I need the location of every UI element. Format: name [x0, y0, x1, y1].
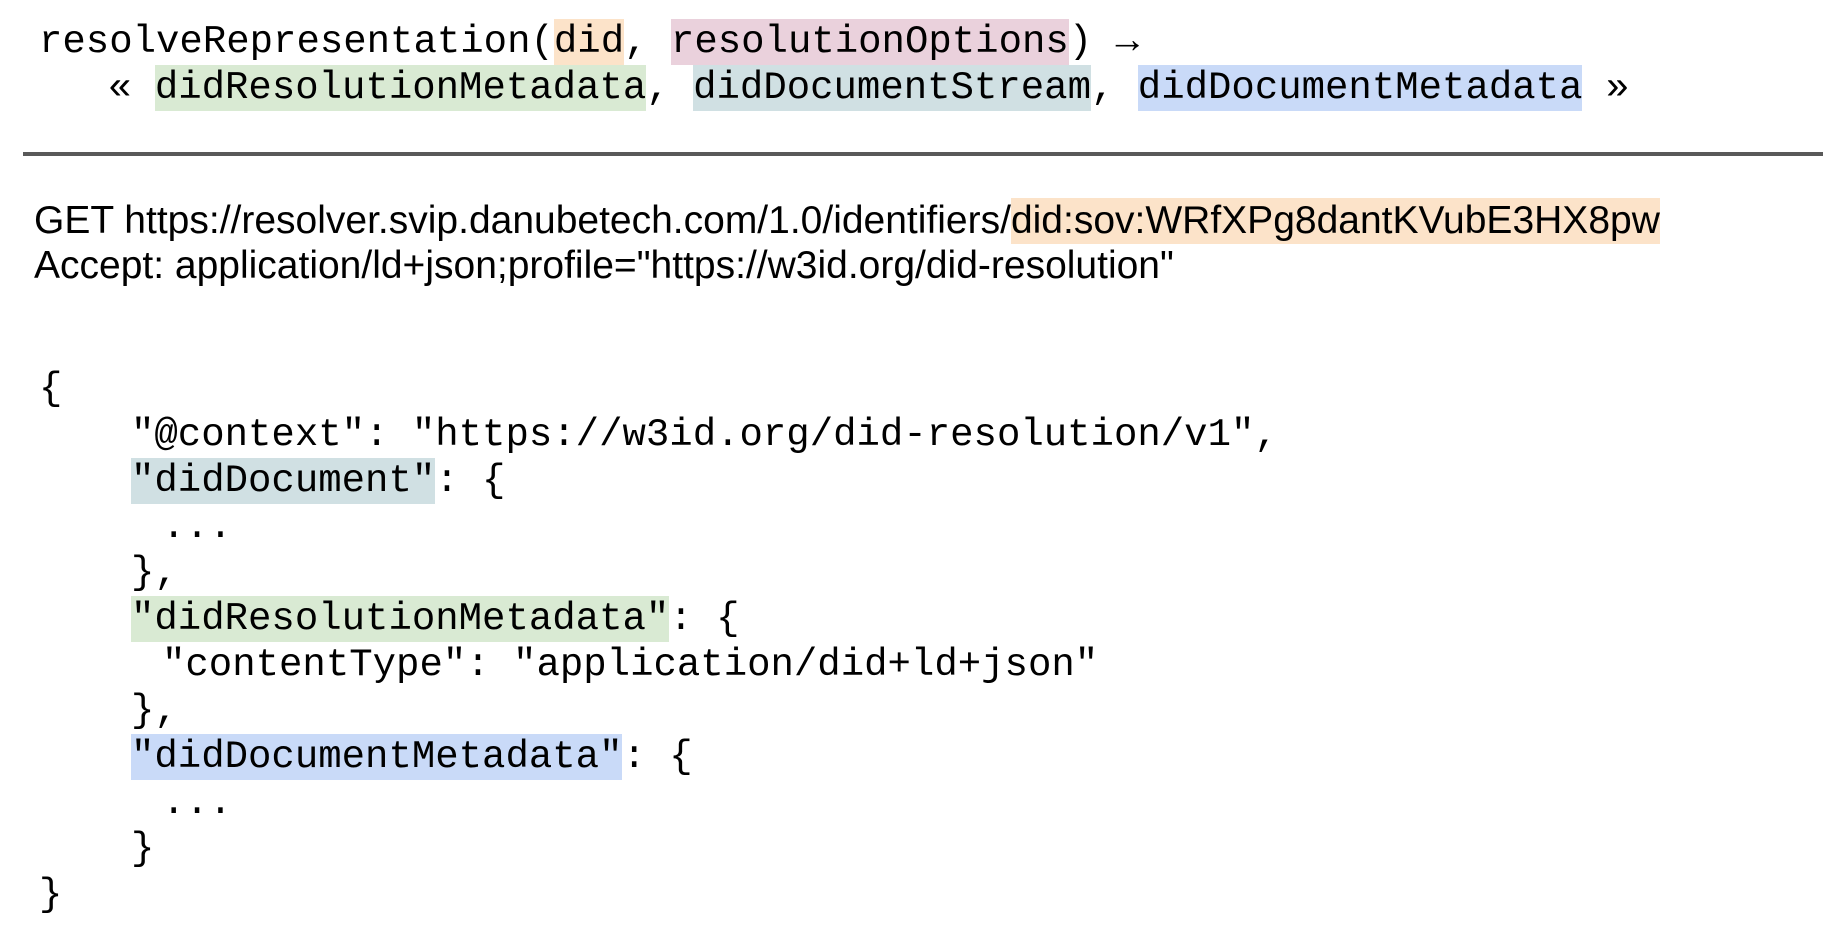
did-resolution-metadata-key: "didResolutionMetadata" [131, 596, 670, 642]
json-document-metadata-line: "didDocumentMetadata": { [131, 734, 693, 780]
section-divider [23, 152, 1823, 156]
context-entry: "@context": "https://w3id.org/did-resolu… [131, 413, 1278, 457]
json-resolution-metadata-close: }, [131, 688, 178, 734]
json-did-document-line: "didDocument": { [131, 458, 505, 504]
signature-line-2: « didResolutionMetadata, didDocumentStre… [108, 65, 1629, 111]
open-guillemet: « [108, 66, 155, 110]
request-line: GET https://resolver.svip.danubetech.com… [34, 198, 1660, 244]
json-content-type-line: "contentType": "application/did+ld+json" [162, 642, 1098, 688]
did-resolution-metadata-close: }, [131, 689, 178, 733]
return-arrow: ) → [1068, 20, 1140, 64]
did-document-ellipsis: ... [162, 505, 233, 549]
param-did: did [553, 19, 625, 65]
did-document-metadata-ellipsis: ... [162, 781, 233, 825]
accept-header-line: Accept: application/ld+json;profile="htt… [34, 243, 1174, 289]
json-close-brace: } [39, 872, 62, 918]
json-context-line: "@context": "https://w3id.org/did-resolu… [131, 412, 1278, 458]
request-did: did:sov:WRfXPg8dantKVubE3HX8pw [1010, 198, 1660, 244]
did-document-close: }, [131, 551, 178, 595]
output-did-resolution-metadata: didResolutionMetadata [154, 65, 647, 111]
open-brace: { [39, 367, 63, 411]
did-document-open: : { [435, 459, 506, 503]
json-resolution-metadata-line: "didResolutionMetadata": { [131, 596, 740, 642]
request-method-url: GET https://resolver.svip.danubetech.com… [34, 199, 1011, 242]
json-did-document-body: ... [162, 504, 232, 550]
output-separator: , [1090, 66, 1138, 110]
output-did-document-metadata: didDocumentMetadata [1137, 65, 1583, 111]
signature-line-1: resolveRepresentation(did, resolutionOpt… [39, 19, 1139, 65]
json-document-metadata-close: } [131, 826, 154, 872]
output-separator: , [646, 66, 694, 110]
json-document-metadata-body: ... [162, 780, 232, 826]
close-guillemet: » [1582, 66, 1630, 110]
param-resolution-options: resolutionOptions [670, 19, 1069, 65]
param-separator: , [624, 20, 671, 64]
did-document-metadata-key: "didDocumentMetadata" [131, 734, 623, 780]
json-did-document-close: }, [131, 550, 178, 596]
json-open-brace: { [39, 366, 62, 412]
did-document-metadata-close: } [131, 827, 155, 871]
content-type-entry: "contentType": "application/did+ld+json" [162, 643, 1099, 687]
output-did-document-stream: didDocumentStream [693, 65, 1091, 111]
did-document-metadata-open: : { [622, 735, 693, 779]
accept-header: Accept: application/ld+json;profile="htt… [34, 244, 1174, 287]
did-document-key: "didDocument" [131, 458, 436, 504]
did-resolution-metadata-open: : { [669, 597, 740, 641]
function-name: resolveRepresentation( [39, 20, 554, 64]
close-brace: } [39, 873, 63, 917]
